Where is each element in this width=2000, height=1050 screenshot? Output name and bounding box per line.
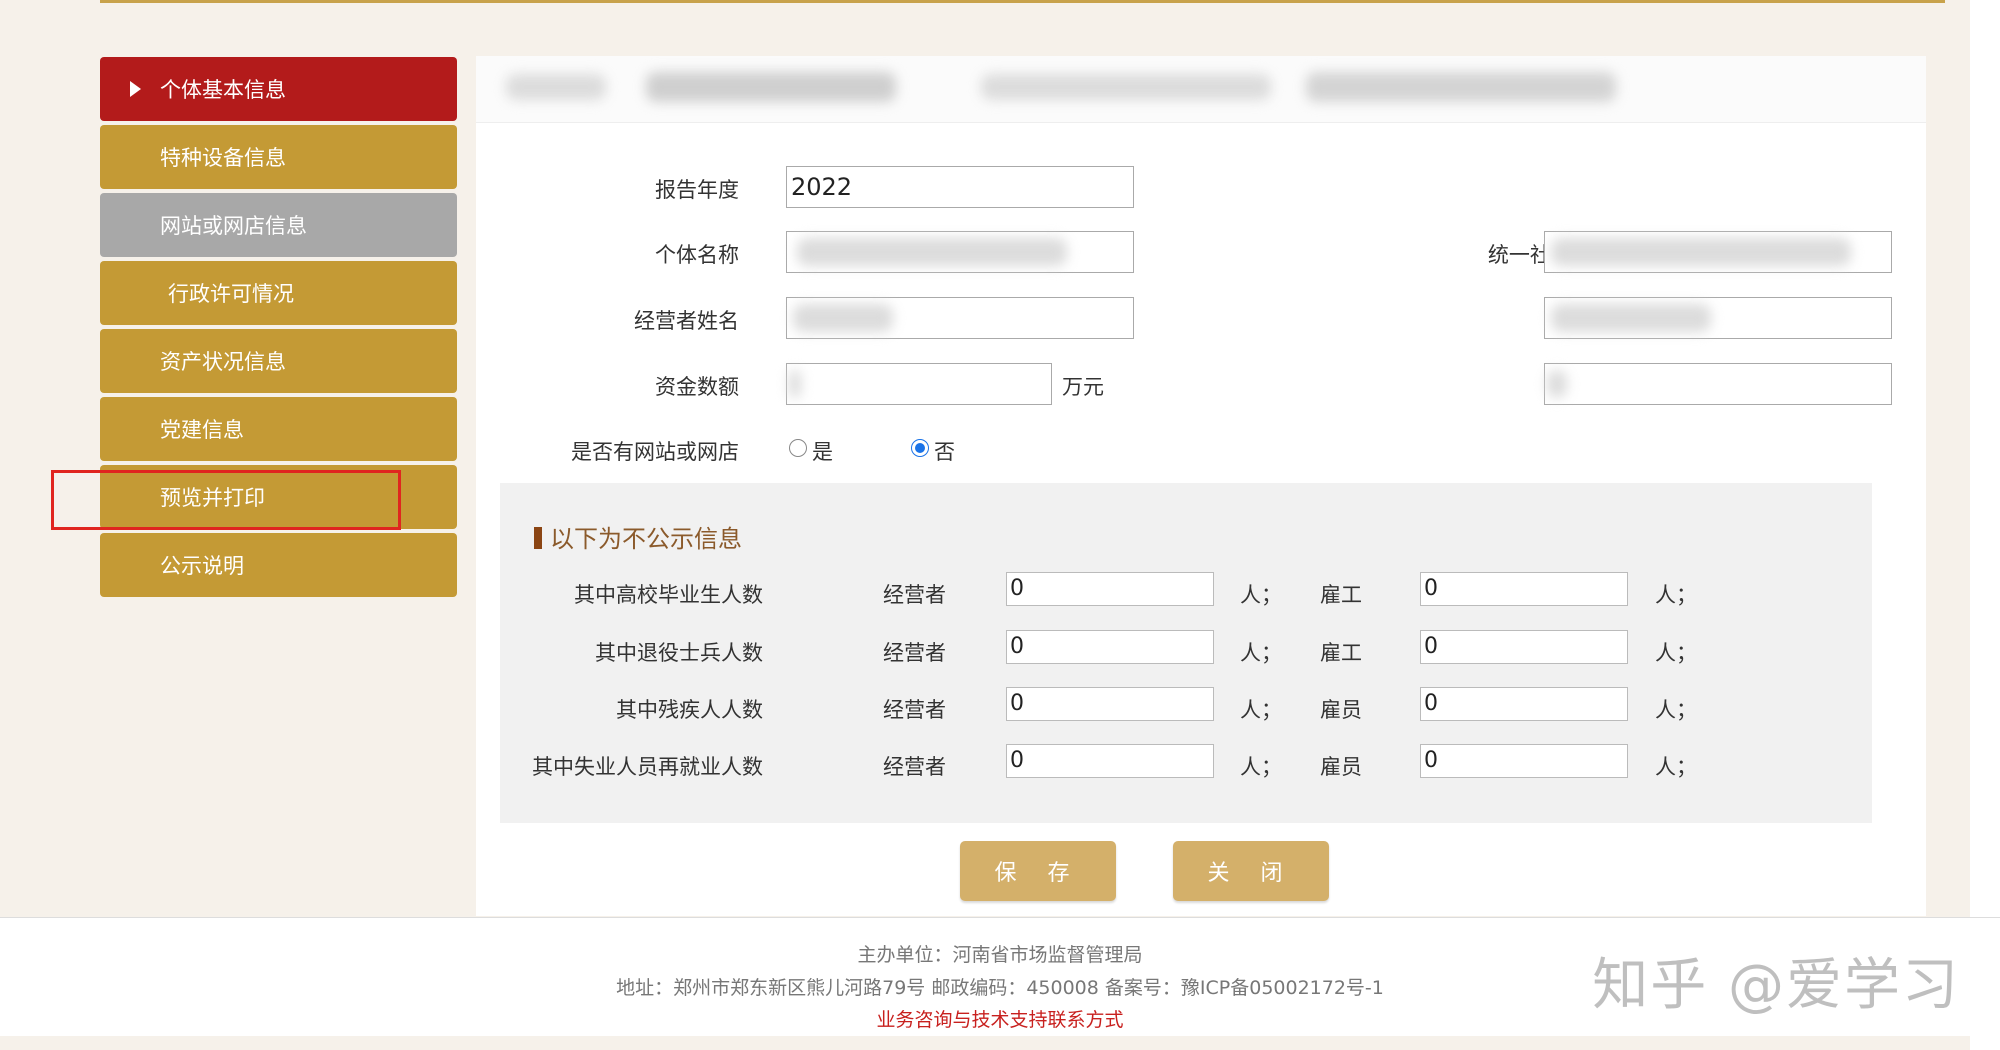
person-unit: 人； (1240, 583, 1282, 607)
employees-input[interactable] (1544, 363, 1892, 405)
triangle-right-icon (130, 81, 141, 97)
credit-code-input[interactable] (1544, 231, 1892, 273)
entity-name-input[interactable] (786, 231, 1134, 273)
sidebar-item-admin-license[interactable]: 行政许可情况 (100, 261, 457, 325)
veterans-staff-input[interactable]: 0 (1420, 630, 1628, 664)
person-unit: 人； (1240, 641, 1282, 665)
report-year-label: 报告年度 (655, 178, 739, 202)
sidebar-item-website[interactable]: 网站或网店信息 (100, 193, 457, 257)
sidebar-item-label: 行政许可情况 (168, 282, 294, 306)
redacted-text (981, 74, 1271, 100)
employee-sublabel: 雇员 (1320, 755, 1362, 779)
person-unit: 人； (1655, 755, 1697, 779)
report-year-input[interactable]: 2022 (786, 166, 1134, 208)
capital-input[interactable] (786, 363, 1052, 405)
website-yes-radio[interactable] (789, 439, 807, 457)
operator-sublabel: 经营者 (883, 755, 946, 779)
reemployed-operator-input[interactable]: 0 (1006, 744, 1214, 778)
zhihu-watermark: 知乎 @爱学习 (1592, 953, 1960, 1018)
operator-name-label: 经营者姓名 (634, 309, 739, 333)
save-button[interactable]: 保 存 (960, 841, 1116, 901)
sidebar-item-label: 公示说明 (160, 554, 244, 578)
person-unit: 人； (1655, 641, 1697, 665)
entity-name-label: 个体名称 (655, 243, 739, 267)
phone-input[interactable] (1544, 297, 1892, 339)
staff-sublabel: 雇工 (1320, 583, 1362, 607)
sidebar-item-label: 党建信息 (160, 418, 244, 442)
close-button[interactable]: 关 闭 (1173, 841, 1329, 901)
sidebar-item-party-building[interactable]: 党建信息 (100, 397, 457, 461)
employee-sublabel: 雇员 (1320, 698, 1362, 722)
private-section-title: 以下为不公示信息 (534, 519, 742, 554)
sidebar-item-label: 网站或网店信息 (160, 214, 307, 238)
right-edge-strip (1970, 0, 2000, 1050)
disabled-label: 其中残疾人人数 (616, 698, 763, 722)
redacted-value (1547, 370, 1567, 398)
person-unit: 人； (1240, 698, 1282, 722)
graduates-operator-input[interactable]: 0 (1006, 572, 1214, 606)
private-info-section: 以下为不公示信息 其中高校毕业生人数 经营者 0 人； 雇工 0 人； 其中退役… (500, 483, 1872, 823)
website-question-label: 是否有网站或网店 (571, 440, 739, 464)
sidebar-item-special-equipment[interactable]: 特种设备信息 (100, 125, 457, 189)
graduates-staff-input[interactable]: 0 (1420, 572, 1628, 606)
sidebar-item-notice[interactable]: 公示说明 (100, 533, 457, 597)
person-unit: 人； (1240, 755, 1282, 779)
disabled-staff-input[interactable]: 0 (1420, 687, 1628, 721)
redacted-value (797, 238, 1067, 266)
redacted-text (646, 72, 896, 102)
capital-unit: 万元 (1062, 375, 1104, 399)
reemployed-staff-input[interactable]: 0 (1420, 744, 1628, 778)
reemployed-label: 其中失业人员再就业人数 (532, 755, 763, 779)
private-section-title-text: 以下为不公示信息 (550, 525, 742, 553)
person-unit: 人； (1655, 698, 1697, 722)
main-form-panel: 报告年度 2022 个体名称 统一社会信用代码/注册号 经营者姓名 联系电话 资… (476, 56, 1926, 916)
veterans-operator-input[interactable]: 0 (1006, 630, 1214, 664)
sidebar-item-basic-info[interactable]: 个体基本信息 (100, 57, 457, 121)
operator-sublabel: 经营者 (883, 698, 946, 722)
sidebar-item-label: 个体基本信息 (160, 78, 286, 102)
redacted-value (793, 304, 893, 332)
annotation-highlight-box (51, 470, 401, 530)
operator-sublabel: 经营者 (883, 583, 946, 607)
staff-sublabel: 雇工 (1320, 641, 1362, 665)
redacted-text (1306, 72, 1616, 102)
graduates-label: 其中高校毕业生人数 (574, 583, 763, 607)
operator-name-input[interactable] (786, 297, 1134, 339)
sidebar-item-assets[interactable]: 资产状况信息 (100, 329, 457, 393)
person-unit: 人； (1655, 583, 1697, 607)
capital-label: 资金数额 (655, 375, 739, 399)
sidebar-item-label: 特种设备信息 (160, 146, 286, 170)
redacted-value (1551, 304, 1711, 332)
sidebar-item-label: 资产状况信息 (160, 350, 286, 374)
website-yes-label: 是 (812, 440, 833, 464)
veterans-label: 其中退役士兵人数 (595, 641, 763, 665)
disabled-operator-input[interactable]: 0 (1006, 687, 1214, 721)
top-accent-strip (100, 0, 1945, 3)
redacted-value (789, 370, 801, 398)
panel-header-redacted (476, 56, 1926, 123)
website-no-radio[interactable] (911, 439, 929, 457)
redacted-text (506, 74, 606, 100)
website-no-label: 否 (934, 440, 955, 464)
redacted-value (1551, 238, 1851, 266)
section-marker-icon (534, 527, 542, 549)
operator-sublabel: 经营者 (883, 641, 946, 665)
